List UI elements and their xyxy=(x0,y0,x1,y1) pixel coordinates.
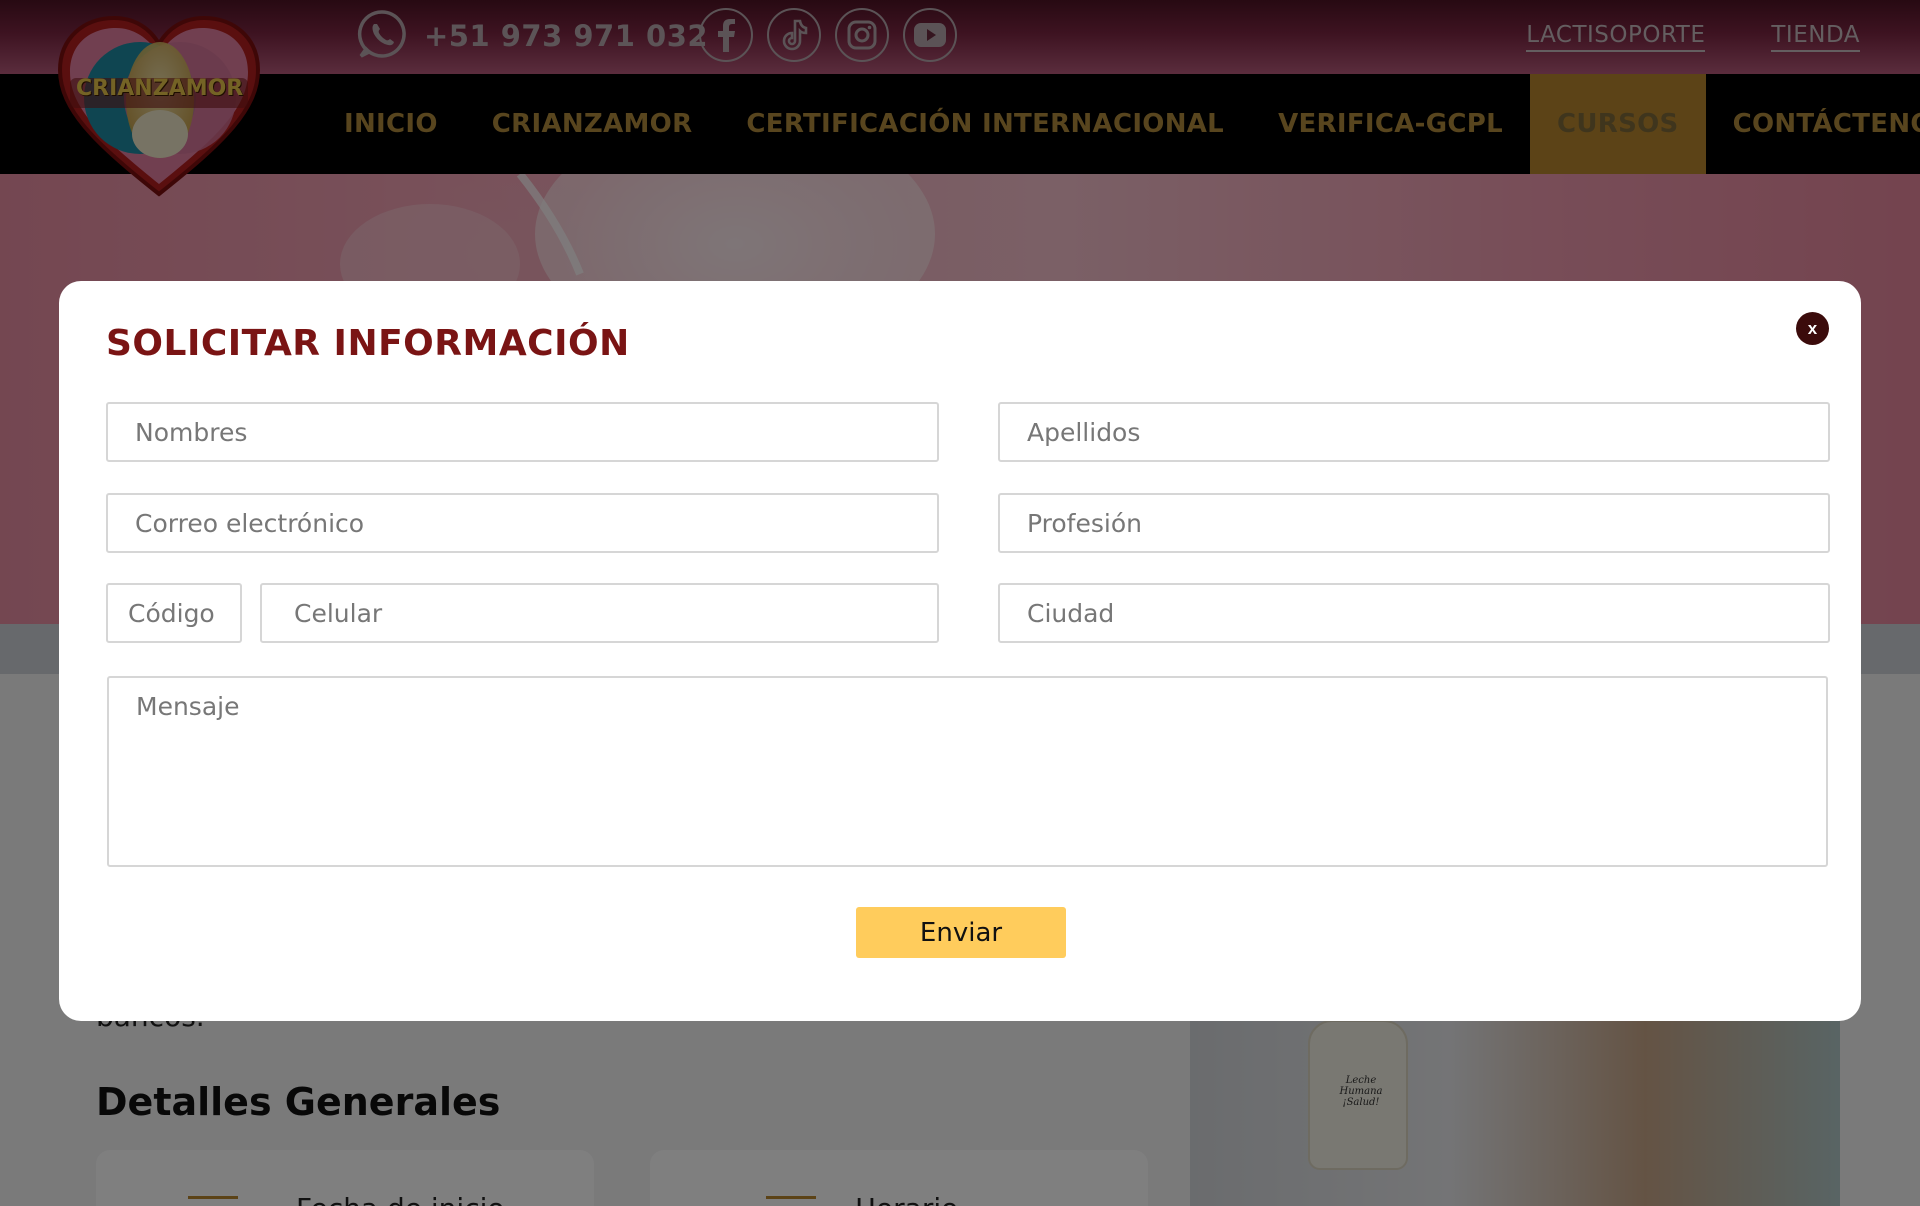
close-button[interactable]: x xyxy=(1796,312,1829,345)
nombres-input[interactable]: Nombres xyxy=(106,402,939,462)
mensaje-textarea[interactable]: Mensaje xyxy=(107,676,1828,867)
request-info-modal: SOLICITAR INFORMACIÓN x Nombres Apellido… xyxy=(59,281,1861,1021)
profesion-input[interactable]: Profesión xyxy=(998,493,1830,553)
celular-input[interactable]: Celular xyxy=(260,583,939,643)
email-input[interactable]: Correo electrónico xyxy=(106,493,939,553)
ciudad-input[interactable]: Ciudad xyxy=(998,583,1830,643)
enviar-button[interactable]: Enviar xyxy=(856,907,1066,958)
codigo-input[interactable]: Código xyxy=(106,583,242,643)
modal-title: SOLICITAR INFORMACIÓN xyxy=(106,323,630,364)
apellidos-input[interactable]: Apellidos xyxy=(998,402,1830,462)
